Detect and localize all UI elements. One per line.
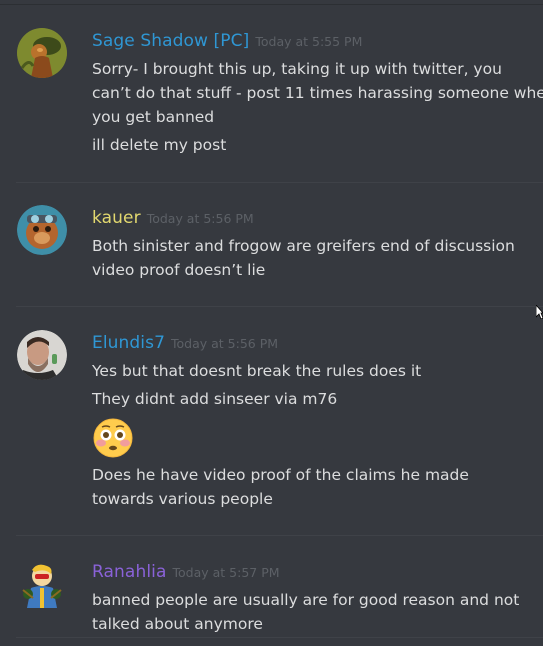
top-divider	[0, 4, 543, 5]
username[interactable]: Sage Shadow [PC]	[92, 31, 249, 51]
message-divider	[16, 637, 543, 638]
timestamp: Today at 5:55 PM	[255, 34, 363, 49]
vault-boy-avatar[interactable]	[17, 560, 67, 610]
message-text: Yes but that doesnt break the rules does…	[92, 362, 422, 380]
message-divider	[16, 182, 543, 183]
message-header: Ranahlia Today at 5:57 PM	[92, 562, 280, 583]
username[interactable]: Ranahlia	[92, 562, 167, 582]
chat-message-list[interactable]: Sage Shadow [PC] Today at 5:55 PM Sorry- …	[0, 0, 543, 646]
timestamp: Today at 5:56 PM	[171, 336, 279, 351]
hooded-figure-avatar[interactable]	[17, 28, 67, 78]
message-text: you get banned	[92, 108, 215, 126]
timestamp: Today at 5:57 PM	[172, 565, 280, 580]
message-divider	[16, 535, 543, 536]
message-text: can’t do that stuff - post 11 times hara…	[92, 84, 543, 102]
message-text: They didnt add sinseer via m76	[92, 390, 338, 408]
message-divider	[16, 306, 543, 307]
username[interactable]: kauer	[92, 208, 141, 228]
message-header: Sage Shadow [PC] Today at 5:55 PM	[92, 31, 362, 52]
message-text: talked about anymore	[92, 615, 263, 633]
message-text: Both sinister and frogow are greifers en…	[92, 237, 515, 255]
message-text: banned people are usually are for good r…	[92, 591, 520, 609]
message-text: Does he have video proof of the claims h…	[92, 466, 469, 484]
message-header: Elundis7 Today at 5:56 PM	[92, 333, 278, 354]
timestamp: Today at 5:56 PM	[146, 211, 254, 226]
message-text: ill delete my post	[92, 136, 227, 154]
mouse-cursor-icon	[535, 303, 543, 320]
cartoon-bear-avatar[interactable]	[17, 205, 67, 255]
flushed-face-emoji[interactable]	[92, 417, 134, 459]
message-text: towards various people	[92, 490, 273, 508]
message-text: Sorry- I brought this up, taking it up w…	[92, 60, 502, 78]
username[interactable]: Elundis7	[92, 333, 165, 353]
message-text: video proof doesn’t lie	[92, 261, 266, 279]
message-header: kauer Today at 5:56 PM	[92, 208, 254, 229]
bearded-man-avatar[interactable]	[17, 330, 67, 380]
